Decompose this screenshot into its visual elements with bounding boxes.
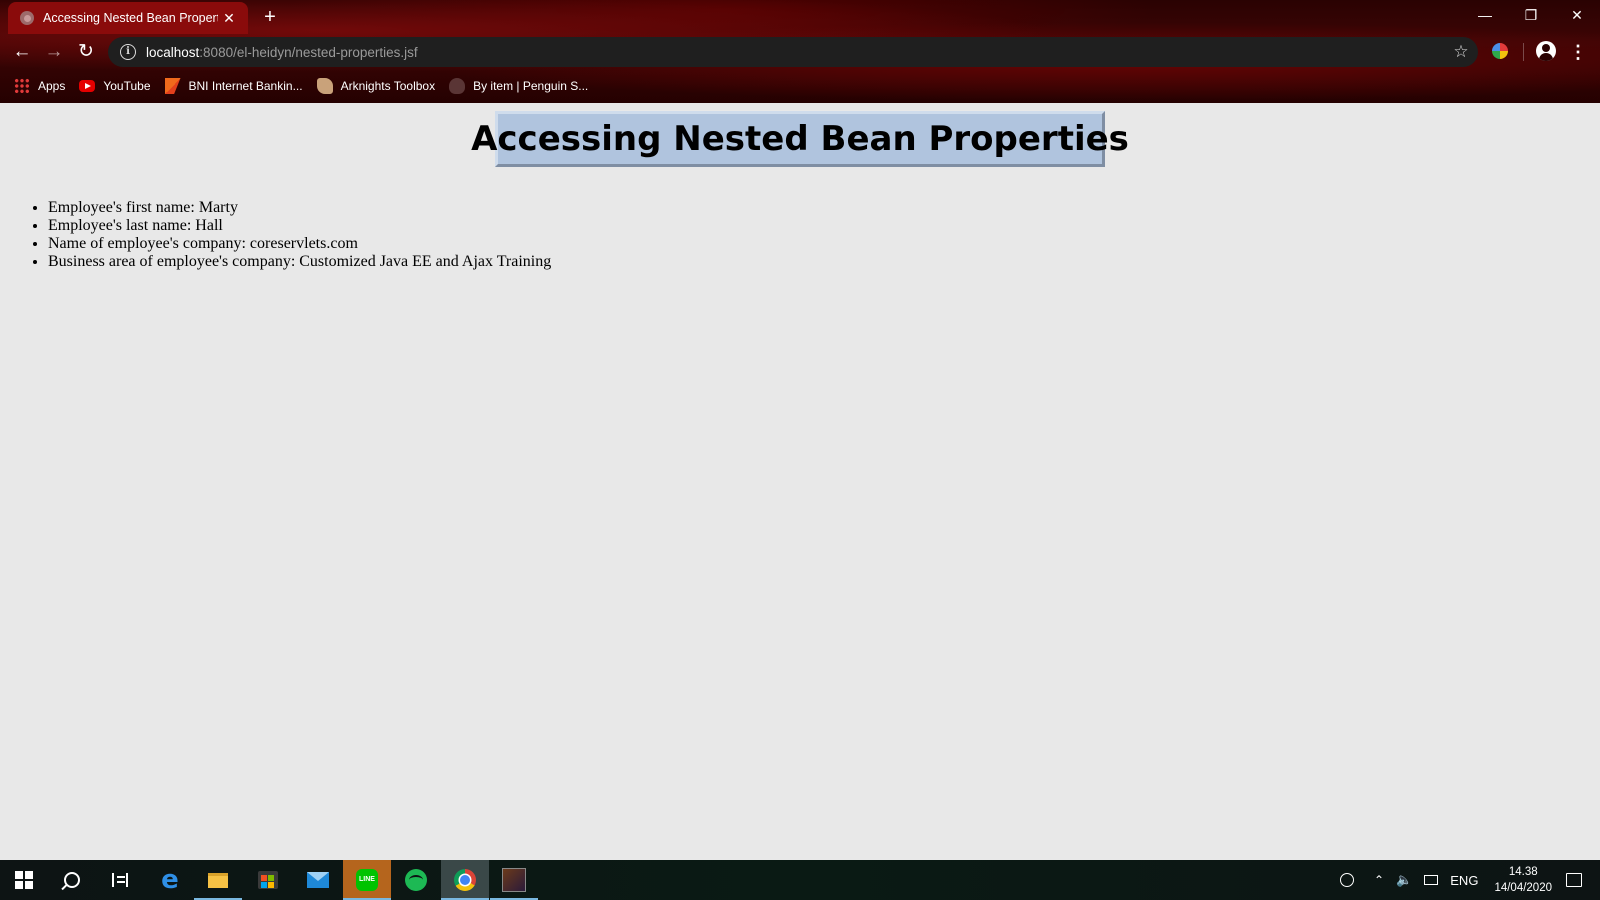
toolbar-divider	[1523, 43, 1524, 61]
page-title: Accessing Nested Bean Properties	[471, 119, 1129, 159]
task-view-icon	[112, 873, 128, 887]
file-explorer-icon	[208, 872, 228, 888]
apps-grid-icon	[14, 78, 30, 94]
bookmark-star-icon[interactable]: ☆	[1444, 42, 1478, 62]
search-icon	[64, 872, 80, 888]
browser-tab-active[interactable]: Accessing Nested Bean Properties ✕	[8, 2, 248, 34]
tab-strip: Accessing Nested Bean Properties ✕ + — ❐…	[0, 0, 1600, 34]
reload-icon[interactable]: ↻	[72, 38, 100, 66]
clock-date: 14/04/2020	[1494, 882, 1552, 894]
list-item: Employee's first name: Marty	[48, 199, 551, 217]
clock-time: 14.38	[1508, 866, 1538, 878]
youtube-icon	[79, 80, 96, 92]
bookmark-bni[interactable]: BNI Internet Bankin...	[164, 78, 303, 94]
url-text[interactable]: localhost:8080/el-heidyn/nested-properti…	[146, 45, 1444, 60]
penguin-icon	[449, 78, 466, 94]
close-window-button[interactable]: ✕	[1554, 0, 1600, 30]
restore-button[interactable]: ❐	[1508, 0, 1554, 30]
show-hidden-icons-chevron-icon[interactable]: ⌃	[1374, 873, 1384, 887]
extension-icon[interactable]	[1492, 43, 1508, 59]
bookmark-penguin[interactable]: By item | Penguin S...	[449, 78, 588, 94]
browser-toolbar: ← → ↻ i localhost:8080/el-heidyn/nested-…	[0, 34, 1600, 70]
edge-icon: e	[161, 865, 179, 895]
action-center-icon[interactable]	[1566, 873, 1582, 887]
tab-title: Accessing Nested Bean Properties	[43, 11, 218, 25]
taskbar-clock[interactable]: 14.38 14/04/2020	[1494, 864, 1552, 896]
network-icon[interactable]	[1424, 875, 1439, 885]
task-view-button[interactable]	[96, 860, 144, 900]
bookmark-label: Arknights Toolbox	[340, 79, 436, 93]
tab-close-icon[interactable]: ✕	[218, 10, 240, 27]
bookmark-label: By item | Penguin S...	[473, 79, 589, 93]
profile-avatar-icon[interactable]	[1536, 41, 1556, 61]
list-item: Employee's last name: Hall	[48, 217, 551, 235]
bookmark-apps[interactable]: Apps	[14, 78, 65, 94]
page-title-box: Accessing Nested Bean Properties	[471, 111, 1129, 167]
url-host: localhost	[146, 44, 200, 60]
list-item: Business area of employee's company: Cus…	[48, 253, 551, 271]
start-button[interactable]	[0, 860, 48, 900]
list-item: Name of employee's company: coreservlets…	[48, 235, 551, 253]
address-bar[interactable]: i localhost:8080/el-heidyn/nested-proper…	[108, 37, 1478, 67]
people-icon[interactable]	[1340, 873, 1355, 887]
site-info-icon[interactable]: i	[120, 44, 136, 60]
taskbar-chrome[interactable]	[441, 860, 489, 900]
browser-chrome: Accessing Nested Bean Properties ✕ + — ❐…	[0, 0, 1600, 103]
taskbar-file-explorer[interactable]	[194, 860, 242, 900]
language-indicator[interactable]: ENG	[1450, 873, 1478, 888]
bookmark-label: Apps	[38, 79, 66, 93]
employee-details-list: Employee's first name: Marty Employee's …	[0, 199, 551, 271]
bookmark-label: YouTube	[103, 79, 151, 93]
taskbar-line[interactable]: LINE	[343, 860, 391, 900]
forward-arrow-icon[interactable]: →	[40, 38, 68, 66]
new-tab-button[interactable]: +	[258, 5, 282, 29]
bookmark-youtube[interactable]: YouTube	[79, 79, 151, 93]
spotify-icon	[405, 869, 427, 891]
taskbar-spotify[interactable]	[392, 860, 440, 900]
bookmarks-bar: Apps YouTube BNI Internet Bankin... Arkn…	[0, 71, 1600, 101]
bni-icon	[164, 78, 181, 94]
mail-icon	[307, 872, 329, 888]
game-icon	[502, 868, 526, 892]
window-controls: — ❐ ✕	[1462, 0, 1600, 30]
taskbar-store[interactable]	[244, 860, 292, 900]
volume-icon[interactable]: 🔈	[1396, 872, 1412, 888]
kebab-menu-icon[interactable]: ⋮	[1568, 38, 1588, 66]
bookmark-label: BNI Internet Bankin...	[188, 79, 303, 93]
store-icon	[258, 871, 278, 889]
taskbar-edge[interactable]: e	[146, 860, 194, 900]
back-arrow-icon[interactable]: ←	[8, 38, 36, 66]
system-tray: ⌃ 🔈 ENG 14.38 14/04/2020	[1340, 860, 1600, 900]
search-button[interactable]	[48, 860, 96, 900]
chrome-icon	[454, 869, 476, 891]
taskbar-mail[interactable]	[294, 860, 342, 900]
windows-taskbar: e LINE ⌃ 🔈 ENG 14.38 14/04/2020	[0, 860, 1600, 900]
arknights-icon	[316, 78, 333, 94]
minimize-button[interactable]: —	[1462, 0, 1508, 30]
page-content: Accessing Nested Bean Properties Employe…	[0, 103, 1600, 860]
taskbar-game[interactable]	[490, 860, 538, 900]
url-path: :8080/el-heidyn/nested-properties.jsf	[199, 44, 418, 60]
bookmark-arknights[interactable]: Arknights Toolbox	[316, 78, 436, 94]
line-icon: LINE	[356, 869, 378, 891]
start-icon	[15, 871, 33, 889]
globe-favicon-icon	[20, 11, 34, 25]
